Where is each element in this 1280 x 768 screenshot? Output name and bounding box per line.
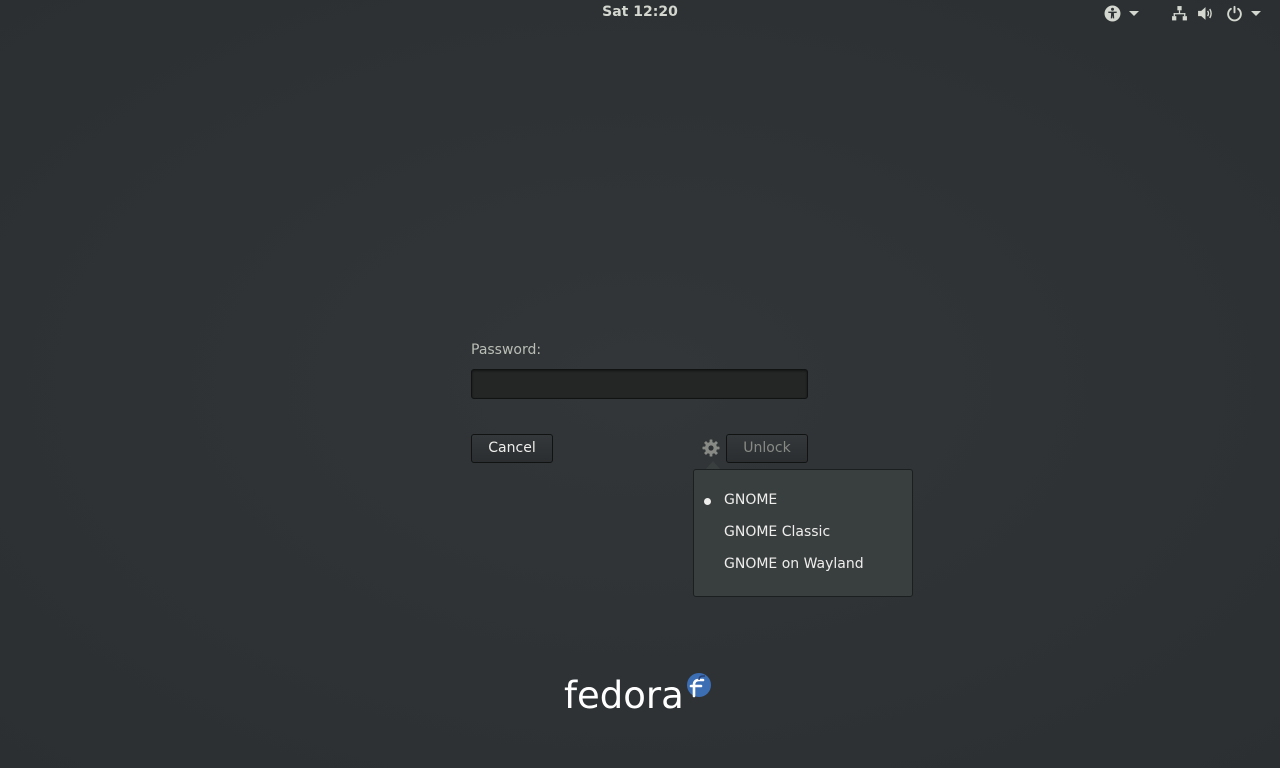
password-input[interactable] <box>471 369 808 399</box>
password-label: Password: <box>471 342 542 358</box>
chevron-down-icon <box>1251 8 1261 18</box>
accessibility-icon <box>1104 5 1121 22</box>
selected-bullet-icon <box>704 498 711 505</box>
top-bar: Sat 12:20 <box>0 0 1280 26</box>
session-item-gnome-wayland[interactable]: GNOME on Wayland <box>724 556 864 572</box>
gear-icon[interactable] <box>702 439 720 457</box>
session-item-gnome[interactable]: GNOME <box>724 492 777 508</box>
cancel-button[interactable]: Cancel <box>471 434 553 463</box>
system-menu[interactable] <box>1171 5 1261 21</box>
chevron-down-icon <box>1129 8 1139 18</box>
accessibility-menu[interactable] <box>1104 5 1139 21</box>
clock[interactable]: Sat 12:20 <box>0 4 1280 20</box>
fedora-infinity-icon <box>686 672 712 702</box>
fedora-logo: fedora <box>564 672 714 722</box>
power-icon <box>1226 5 1243 22</box>
session-item-gnome-classic[interactable]: GNOME Classic <box>724 524 830 540</box>
network-wired-icon <box>1171 5 1188 22</box>
logo-text: fedora <box>564 674 684 717</box>
session-menu: GNOME GNOME Classic GNOME on Wayland <box>693 469 913 597</box>
volume-icon <box>1197 5 1214 22</box>
unlock-button[interactable]: Unlock <box>726 434 808 463</box>
